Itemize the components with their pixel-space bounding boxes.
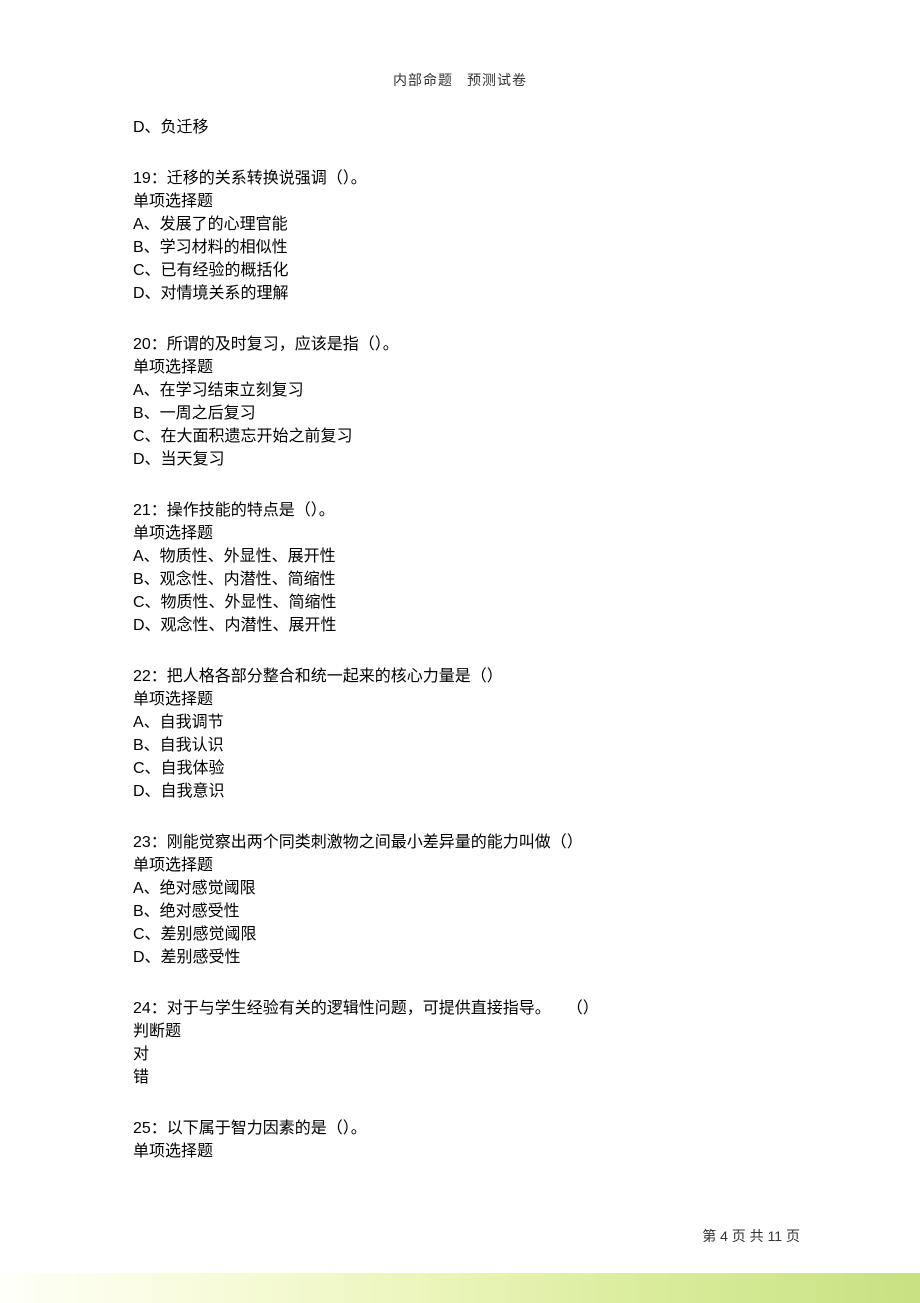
header-left: 内部命题 [393,72,453,88]
question-21: 21：操作技能的特点是（）。 单项选择题 A、物质性、外显性、展开性 B、观念性… [133,499,793,637]
question-20: 20：所谓的及时复习，应该是指（）。 单项选择题 A、在学习结束立刻复习 B、一… [133,333,793,471]
option-d: D、负迁移 [133,116,793,139]
option-true: 对 [133,1043,793,1066]
header-right: 预测试卷 [467,72,527,88]
content: D、负迁移 19：迁移的关系转换说强调（）。 单项选择题 A、发展了的心理官能 … [133,116,793,1163]
question-stem: 19：迁移的关系转换说强调（）。 [133,167,793,190]
question-type: 单项选择题 [133,190,793,213]
option-c: C、差别感觉阈限 [133,923,793,946]
question-type: 单项选择题 [133,688,793,711]
page-footer: 第 4 页 共 11 页 [702,1226,800,1246]
option-a: A、物质性、外显性、展开性 [133,545,793,568]
question-24: 24：对于与学生经验有关的逻辑性问题，可提供直接指导。 （） 判断题 对 错 [133,997,793,1089]
option-a: A、绝对感觉阈限 [133,877,793,900]
question-stem: 20：所谓的及时复习，应该是指（）。 [133,333,793,356]
orphan-option-block: D、负迁移 [133,116,793,139]
option-c: C、物质性、外显性、简缩性 [133,591,793,614]
page: 内部命题预测试卷 D、负迁移 19：迁移的关系转换说强调（）。 单项选择题 A、… [0,0,920,1303]
question-type: 判断题 [133,1020,793,1043]
page-number: 第 4 页 共 11 页 [702,1228,800,1244]
question-22: 22：把人格各部分整合和统一起来的核心力量是（） 单项选择题 A、自我调节 B、… [133,665,793,803]
question-stem: 25：以下属于智力因素的是（）。 [133,1117,793,1140]
page-header: 内部命题预测试卷 [0,70,920,90]
option-false: 错 [133,1066,793,1089]
option-a: A、发展了的心理官能 [133,213,793,236]
question-type: 单项选择题 [133,522,793,545]
option-d: D、当天复习 [133,448,793,471]
question-stem: 21：操作技能的特点是（）。 [133,499,793,522]
option-d: D、自我意识 [133,780,793,803]
option-b: B、一周之后复习 [133,402,793,425]
option-c: C、自我体验 [133,757,793,780]
option-a: A、自我调节 [133,711,793,734]
question-23: 23：刚能觉察出两个同类刺激物之间最小差异量的能力叫做（） 单项选择题 A、绝对… [133,831,793,969]
option-c: C、已有经验的概括化 [133,259,793,282]
question-stem: 23：刚能觉察出两个同类刺激物之间最小差异量的能力叫做（） [133,831,793,854]
option-c: C、在大面积遗忘开始之前复习 [133,425,793,448]
decorative-strip [0,1273,920,1303]
option-a: A、在学习结束立刻复习 [133,379,793,402]
option-b: B、观念性、内潜性、简缩性 [133,568,793,591]
option-b: B、学习材料的相似性 [133,236,793,259]
option-d: D、对情境关系的理解 [133,282,793,305]
question-stem: 24：对于与学生经验有关的逻辑性问题，可提供直接指导。 （） [133,997,793,1020]
option-b: B、绝对感受性 [133,900,793,923]
question-25: 25：以下属于智力因素的是（）。 单项选择题 [133,1117,793,1163]
question-19: 19：迁移的关系转换说强调（）。 单项选择题 A、发展了的心理官能 B、学习材料… [133,167,793,305]
option-d: D、差别感受性 [133,946,793,969]
option-d: D、观念性、内潜性、展开性 [133,614,793,637]
question-type: 单项选择题 [133,854,793,877]
question-type: 单项选择题 [133,356,793,379]
question-type: 单项选择题 [133,1140,793,1163]
question-stem: 22：把人格各部分整合和统一起来的核心力量是（） [133,665,793,688]
option-b: B、自我认识 [133,734,793,757]
